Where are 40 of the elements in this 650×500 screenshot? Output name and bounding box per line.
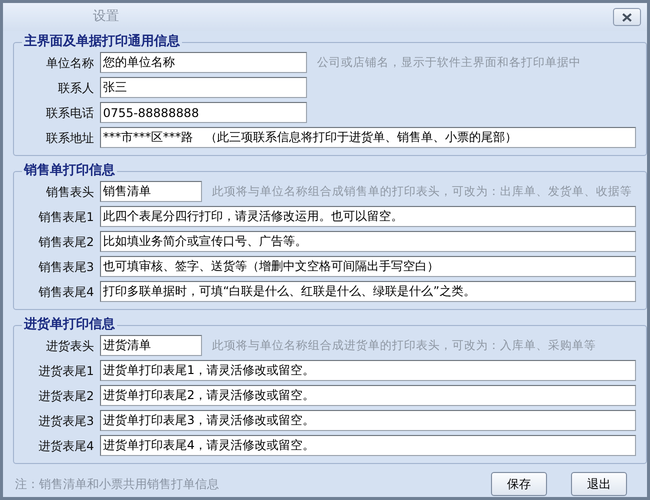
- hint-text: 此项将与单位名称组合成进货单的打印表头，可改为：入库单、采购单等: [212, 336, 596, 354]
- input-field[interactable]: 打印多联单据时，可填“白联是什么、红联是什么、绿联是什么”之类。: [100, 281, 636, 302]
- input-field[interactable]: 进货单打印表尾3，请灵活修改或留空。: [100, 410, 636, 431]
- input-field[interactable]: 进货单打印表尾1，请灵活修改或留空。: [100, 360, 636, 381]
- input-field[interactable]: 0755-88888888: [100, 102, 307, 123]
- input-field[interactable]: 比如填业务简介或宣传口号、广告等。: [100, 231, 636, 252]
- dialog-button[interactable]: 退出: [571, 472, 627, 496]
- field-label: 进货表头: [45, 338, 94, 354]
- group-title: 销售单打印信息: [22, 163, 116, 179]
- field-label: 销售表头: [45, 184, 94, 200]
- input-field[interactable]: 销售清单: [100, 181, 202, 202]
- field-label: 销售表尾2: [37, 234, 94, 250]
- field-label: 进货表尾2: [37, 388, 94, 404]
- field-label: 联系人: [57, 80, 94, 96]
- field-label: 销售表尾4: [37, 284, 94, 300]
- input-field[interactable]: ***市***区***路 （此三项联系信息将打印于进货单、销售单、小票的尾部）: [100, 127, 636, 148]
- field-label: 进货表尾3: [37, 412, 94, 430]
- field-label: 进货表尾1: [37, 362, 94, 380]
- window-title: 设置: [93, 8, 120, 26]
- field-label: 销售表尾1: [37, 208, 94, 226]
- input-field[interactable]: 此四个表尾分四行打印，请灵活修改运用。也可以留空。: [100, 206, 636, 227]
- field-label: 联系地址: [45, 130, 94, 146]
- input-field[interactable]: 张三: [100, 77, 307, 98]
- group-title: 主界面及单据打印通用信息: [23, 34, 181, 50]
- close-button[interactable]: [613, 8, 641, 26]
- group-title: 进货单打印信息: [22, 317, 116, 333]
- input-field[interactable]: 进货单打印表尾4，请灵活修改或留空。: [100, 435, 636, 456]
- field-label: 单位名称: [45, 54, 94, 72]
- input-field[interactable]: 也可填审核、签字、送货等（增删中文空格可间隔出手写空白）: [100, 256, 636, 277]
- close-icon: [622, 12, 632, 22]
- input-field[interactable]: 进货单打印表尾2，请灵活修改或留空。: [100, 385, 636, 406]
- hint-text: 此项将与单位名称组合成销售单的打印表头，可改为：出库单、发货单、收据等: [212, 182, 632, 200]
- field-label: 联系电话: [45, 104, 94, 122]
- note-text: 注：销售清单和小票共用销售打单信息: [15, 476, 220, 493]
- hint-text: 公司或店铺名，显示于软件主界面和各打印单据中: [317, 54, 581, 71]
- input-field[interactable]: 您的单位名称: [100, 52, 307, 73]
- input-field[interactable]: 进货清单: [100, 335, 202, 356]
- field-label: 销售表尾3: [37, 258, 94, 276]
- dialog-button[interactable]: 保存: [491, 472, 547, 496]
- field-label: 进货表尾4: [37, 438, 94, 454]
